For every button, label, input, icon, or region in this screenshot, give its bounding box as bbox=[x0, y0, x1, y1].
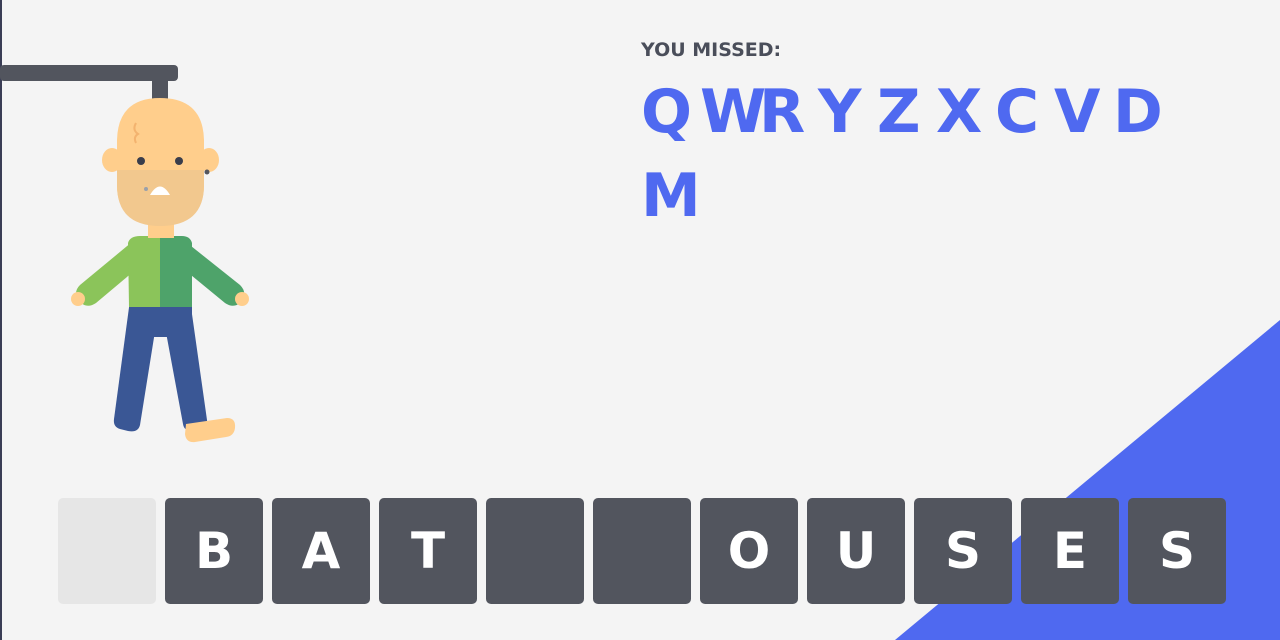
letter-tile: E bbox=[1021, 498, 1119, 604]
missed-letter: W bbox=[700, 77, 767, 147]
torso-icon bbox=[128, 236, 192, 307]
missed-letter: X bbox=[936, 77, 983, 147]
missed-letter: C bbox=[995, 77, 1040, 147]
missed-letter: Y bbox=[818, 77, 862, 147]
letter-tile: B bbox=[165, 498, 263, 604]
word-tiles-row: B A T O U S E S bbox=[58, 498, 1226, 604]
game-stage: YOU MISSED: Q W R Y Z X C V D M B A T O … bbox=[0, 0, 1280, 640]
letter-tile bbox=[486, 498, 584, 604]
missed-letter: D bbox=[1113, 77, 1163, 147]
letter-tile bbox=[58, 498, 156, 604]
letter-tile: S bbox=[914, 498, 1012, 604]
missed-panel: YOU MISSED: Q W R Y Z X C V D M bbox=[641, 38, 1241, 236]
hangman-figure-icon bbox=[0, 65, 249, 443]
letter-tile: T bbox=[379, 498, 477, 604]
missed-letter: V bbox=[1054, 77, 1101, 147]
missed-letter: R bbox=[759, 77, 806, 147]
letter-tile bbox=[593, 498, 691, 604]
missed-letter: M bbox=[641, 161, 701, 231]
missed-letter: Z bbox=[877, 77, 921, 147]
head-icon bbox=[102, 98, 219, 226]
missed-letters-list: Q W R Y Z X C V D M bbox=[641, 72, 1201, 236]
letter-tile: A bbox=[272, 498, 370, 604]
letter-tile: U bbox=[807, 498, 905, 604]
letter-tile: O bbox=[700, 498, 798, 604]
missed-letter: Q bbox=[641, 77, 693, 147]
letter-tile: S bbox=[1128, 498, 1226, 604]
missed-label: YOU MISSED: bbox=[641, 39, 782, 61]
